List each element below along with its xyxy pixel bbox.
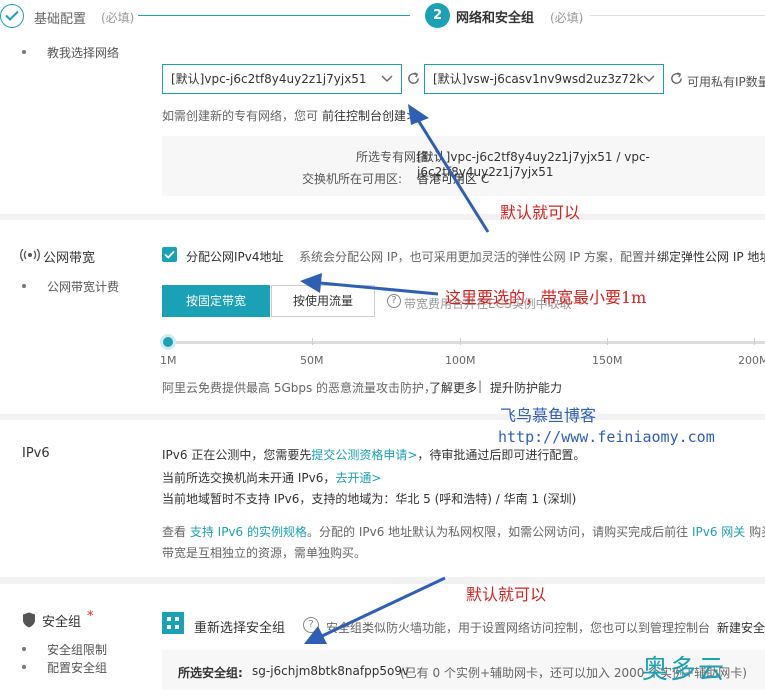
- annotation-bandwidth-tip: 这里要选的，带宽最小要1m: [445, 288, 647, 307]
- annotation-default-ok: 默认就可以: [500, 203, 581, 222]
- annotation-default-ok-2: 默认就可以: [466, 585, 547, 604]
- annotation-arrows: [300, 104, 490, 644]
- annotation-blog-url: http://www.feiniaomy.com: [498, 428, 715, 446]
- watermark-logo: 奥多云: [642, 655, 727, 685]
- annotation-blog-name: 飞鸟慕鱼博客: [500, 406, 597, 425]
- arrow-to-create-link: [408, 104, 490, 233]
- arrow-to-fixed-bandwidth: [300, 273, 439, 296]
- arrow-to-security-group: [304, 576, 446, 644]
